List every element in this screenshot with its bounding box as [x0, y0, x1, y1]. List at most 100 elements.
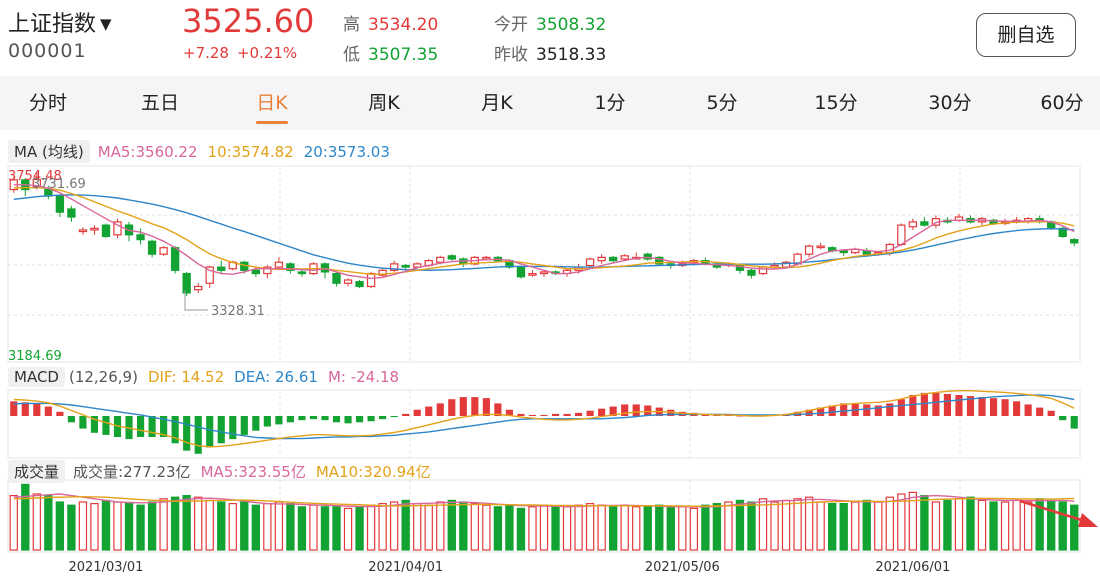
macd-bar — [1024, 404, 1032, 416]
volume-bar — [1058, 501, 1067, 551]
macd-bar — [955, 395, 963, 416]
volume-bar — [505, 504, 514, 551]
ma20-value: 20:3573.03 — [303, 143, 390, 161]
macd-bar — [909, 395, 917, 416]
macd-bar — [586, 410, 594, 416]
volume-bar — [655, 504, 664, 551]
volume-bar — [159, 498, 168, 551]
ma-legend: MA (均线) MA5:3560.22 10:3574.82 20:3573.03 — [8, 140, 400, 163]
macd-bar — [1070, 416, 1078, 429]
volume-bar — [851, 501, 860, 551]
volume-bar — [827, 503, 837, 551]
candle-body — [608, 256, 618, 262]
volume-bar — [389, 501, 399, 551]
macd-bar — [332, 416, 341, 423]
candle-body — [332, 272, 341, 284]
ma10-value: 10:3574.82 — [207, 143, 294, 161]
macd-bar — [355, 416, 364, 423]
volume-bar — [309, 504, 318, 551]
dea-value: DEA: 26.61 — [234, 368, 318, 386]
date-label: 2021/05/06 — [645, 560, 720, 575]
macd-bar — [240, 416, 248, 435]
volume-bar — [874, 501, 883, 551]
macd-bar — [413, 409, 421, 416]
volume-bar — [263, 503, 272, 551]
volume-bar — [9, 495, 18, 551]
volume-bar — [378, 503, 387, 551]
macd-bar — [563, 413, 571, 416]
candle-body — [90, 227, 99, 231]
candle-body — [297, 271, 307, 275]
volume-bar — [608, 506, 618, 551]
macd-bar — [1059, 416, 1067, 421]
candle-body — [839, 250, 848, 254]
volume-bar — [493, 506, 503, 551]
candle-body — [747, 269, 756, 276]
candle-body — [136, 234, 145, 241]
candle-body — [908, 221, 918, 228]
candle-body — [585, 258, 595, 267]
macd-bar — [33, 403, 41, 416]
macd-bar — [436, 403, 444, 416]
volume-bar — [44, 495, 53, 551]
macd-bar — [551, 413, 560, 416]
macd-legend-tag[interactable]: MACD — [8, 367, 65, 387]
macd-bar — [540, 414, 548, 416]
candle-body — [159, 247, 168, 255]
volume-bar — [447, 499, 456, 551]
candle-body — [436, 256, 445, 263]
volume-bar — [735, 499, 745, 551]
macd-bar — [148, 416, 156, 437]
candle-body — [1070, 239, 1079, 244]
macd-bar — [263, 416, 271, 427]
volume-legend-tag[interactable]: 成交量 — [8, 460, 66, 483]
volume-bar — [701, 504, 710, 551]
volume-bar — [459, 501, 468, 551]
candle-body — [55, 195, 65, 213]
macd-bar — [194, 416, 202, 454]
macd-bar — [448, 399, 456, 416]
volume-bar — [136, 504, 145, 551]
volume-bar — [989, 501, 998, 551]
macd-params: (12,26,9) — [68, 368, 138, 386]
candle-body — [528, 272, 537, 276]
kline-chart[interactable]: 3754.483184.693731.693328.312021/03/01 20… — [0, 0, 1100, 583]
volume-bar — [793, 498, 802, 551]
volume-bar — [781, 499, 791, 551]
volume-bar — [274, 501, 284, 551]
macd-bar — [989, 398, 998, 416]
volume-bar — [516, 507, 526, 551]
volume-bar — [320, 506, 330, 551]
volume-bar — [1023, 501, 1033, 551]
macd-bar — [920, 392, 928, 416]
macd-bar — [217, 416, 225, 444]
macd-bar — [367, 416, 375, 422]
macd-bar — [379, 416, 387, 420]
candle-body — [182, 272, 191, 294]
ma-legend-tag[interactable]: MA (均线) — [8, 140, 90, 163]
date-label: 2021/04/01 — [368, 560, 443, 575]
candle-body — [217, 266, 226, 271]
volume-bar — [770, 501, 779, 551]
macd-bar — [598, 408, 606, 416]
panel-frame — [7, 389, 1081, 459]
macd-bar — [575, 412, 583, 416]
volume-bar — [424, 504, 433, 551]
volume-bar — [78, 501, 88, 551]
volume-bar — [920, 495, 929, 551]
volume-bar — [297, 506, 307, 551]
macd-bar — [298, 416, 306, 421]
macd-bar — [1047, 410, 1055, 416]
macd-bar — [321, 416, 329, 421]
candle-body — [101, 224, 111, 238]
candle-body — [67, 208, 76, 218]
volume-bar — [182, 495, 191, 551]
macd-bar — [632, 404, 640, 416]
volume-bar — [1000, 501, 1010, 551]
volume-bar — [747, 501, 756, 551]
volume-bar — [332, 506, 341, 551]
volume-legend: 成交量 成交量:277.23亿 MA5:323.55亿 MA10:320.94亿 — [8, 460, 441, 483]
macd-bar — [932, 392, 940, 416]
volume-bar — [562, 506, 572, 551]
candle-body — [78, 229, 88, 233]
